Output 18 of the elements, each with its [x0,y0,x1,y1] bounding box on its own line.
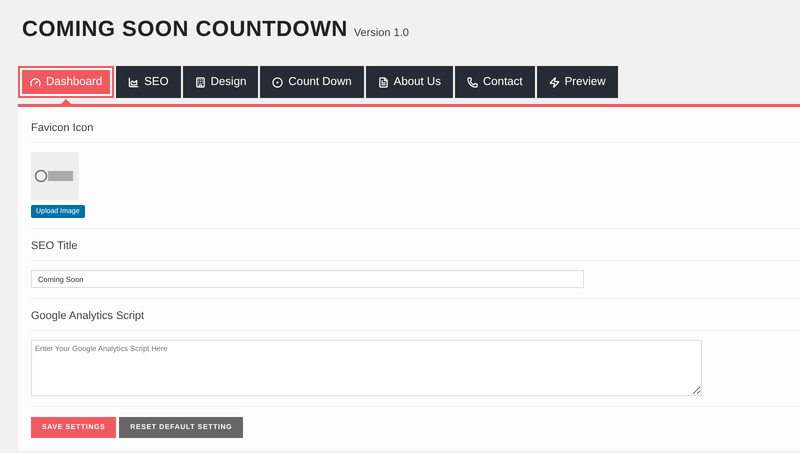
area-chart-icon [128,76,140,88]
nav-tab[interactable]: Count Down [260,66,364,98]
nav-tab[interactable]: Preview [536,66,618,98]
field-label: Google Analytics Script [31,299,800,331]
field-label: Favicon Icon [31,111,800,143]
version-label: Version 1.0 [354,27,409,39]
nav-tab[interactable]: Design [182,66,258,98]
lightning-icon [548,76,560,88]
nav-tab[interactable]: About Us [366,66,453,98]
page-title: COMING SOON COUNTDOWN [22,16,348,42]
phone-icon [466,76,478,88]
building-icon [194,76,206,88]
gauge-icon [30,76,41,88]
nav-tab[interactable]: Contact [454,66,535,98]
document-icon [378,76,389,88]
clock-icon [272,76,284,88]
nav-tab[interactable]: SEO [116,66,181,98]
field-label: SEO Title [31,229,800,261]
